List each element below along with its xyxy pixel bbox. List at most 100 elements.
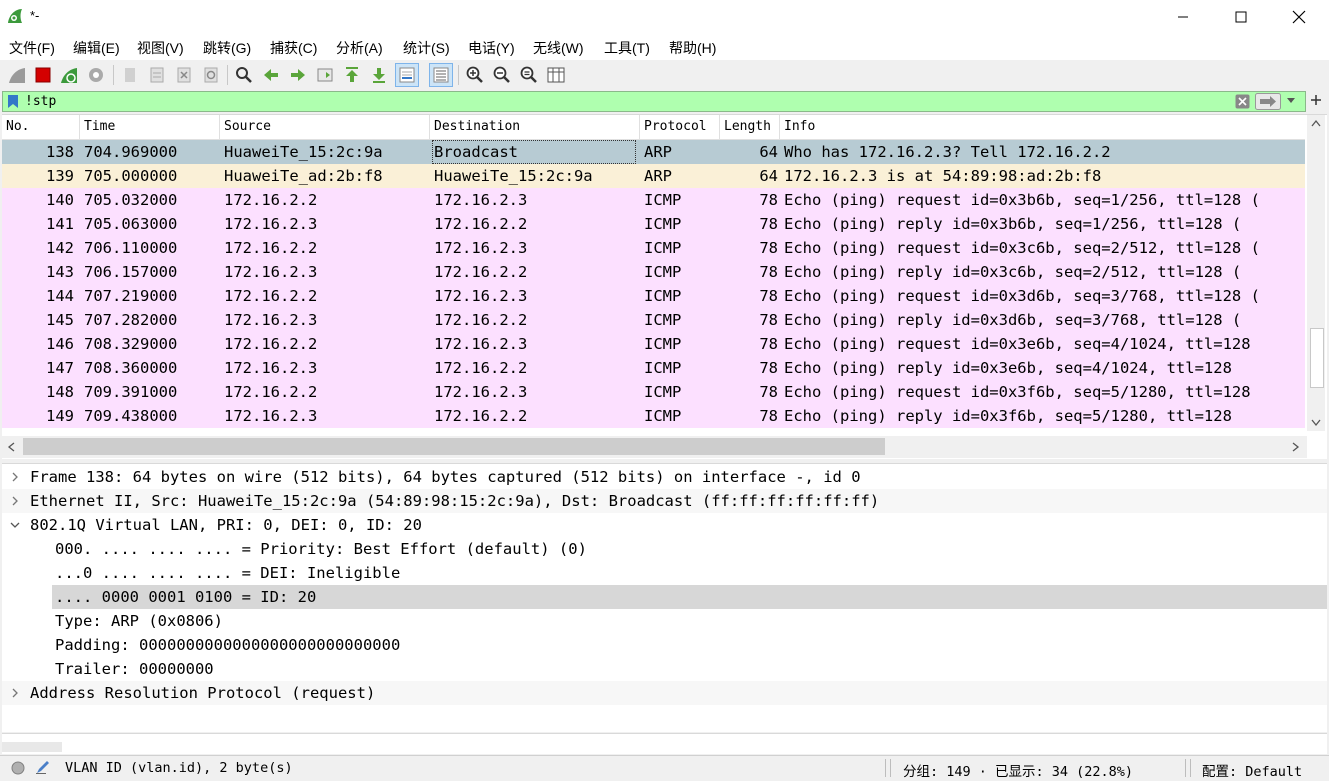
detail-field[interactable]: Padding: 0000000000000000000000000000 (2, 633, 1327, 657)
resize-columns-button[interactable] (544, 63, 568, 87)
packet-row[interactable]: 149 709.438000 172.16.2.2 172.16.2.3 ICMP 78 E… (2, 404, 1305, 428)
detail-field[interactable]: Type: ARP (0x0806) (2, 609, 1327, 633)
packet-source: 172.16.2.2 (224, 239, 318, 257)
first-packet-button[interactable] (340, 63, 364, 87)
chevron-right-icon[interactable] (10, 467, 20, 491)
menu-help[interactable]: 帮助(H) (669, 38, 716, 58)
capture-comment-icon[interactable] (35, 759, 51, 775)
menu-analyze[interactable]: 分析(A) (336, 38, 383, 58)
open-file-button[interactable] (118, 63, 142, 87)
chevron-right-icon[interactable] (10, 491, 20, 515)
menu-edit[interactable]: 编辑(E) (73, 38, 120, 58)
close-file-button[interactable] (172, 63, 196, 87)
stop-capture-button[interactable] (31, 63, 55, 87)
packet-time: 707.219000 (84, 287, 178, 305)
scroll-right-icon[interactable] (1292, 442, 1300, 452)
column-header-protocol[interactable]: Protocol (640, 115, 720, 139)
packet-source: 172.16.2.2 (224, 335, 318, 353)
packet-info: Who has 172.16.2.3? Tell 172.16.2.2 (784, 143, 1111, 161)
menu-wireless[interactable]: 无线(W) (533, 38, 584, 58)
packet-row[interactable]: 148 709.391000 172.16.2.3 172.16.2.2 ICMP 78 E… (2, 380, 1305, 404)
detail-field[interactable]: 000. .... .... .... = Priority: Best Eff… (2, 537, 1327, 561)
packet-row[interactable]: 138 704.969000 Broadcast HuaweiTe_15:2c:9a A… (2, 140, 1305, 164)
window-title: *- (30, 8, 40, 23)
normal-size-button[interactable] (517, 63, 541, 87)
detail-field[interactable]: .... 0000 0001 0100 = ID: 20 (52, 585, 1327, 609)
packet-row[interactable]: 141 705.063000 172.16.2.2 172.16.2.3 ICMP 78 E… (2, 212, 1305, 236)
column-header-destination[interactable]: Destination (430, 115, 640, 139)
auto-scroll-button[interactable] (395, 63, 419, 87)
packet-list-horizontal-scrollbar[interactable] (2, 436, 1307, 458)
go-back-button[interactable] (259, 63, 283, 87)
add-filter-button-icon[interactable] (1310, 94, 1322, 106)
packet-row[interactable]: 146 708.329000 172.16.2.3 172.16.2.2 ICMP 78 E… (2, 332, 1305, 356)
menu-capture[interactable]: 捕获(C) (270, 38, 317, 58)
colorize-button[interactable] (429, 63, 453, 87)
packet-info: Echo (ping) reply id=0x3f6b, seq=5/1280,… (784, 407, 1232, 425)
save-file-button[interactable] (145, 63, 169, 87)
expert-info-icon[interactable] (11, 761, 25, 775)
auto-scroll-icon (399, 67, 415, 83)
menu-statistics[interactable]: 统计(S) (403, 38, 450, 58)
scroll-down-icon[interactable] (1311, 419, 1321, 427)
goto-packet-icon (317, 68, 333, 82)
column-header-length[interactable]: Length (720, 115, 780, 139)
packet-row[interactable]: 142 706.110000 172.16.2.3 172.16.2.2 ICMP 78 E… (2, 236, 1305, 260)
column-header-no[interactable]: No. (2, 115, 80, 139)
bookmark-icon[interactable] (7, 94, 19, 109)
go-to-packet-button[interactable] (313, 63, 337, 87)
menu-telephony[interactable]: 电话(Y) (468, 38, 515, 58)
zoom-in-button[interactable] (463, 63, 487, 87)
scroll-left-icon[interactable] (7, 442, 15, 452)
clear-filter-icon[interactable] (1235, 94, 1250, 109)
packet-row[interactable]: 147 708.360000 172.16.2.2 172.16.2.3 ICMP 78 E… (2, 356, 1305, 380)
minimize-button[interactable] (1154, 0, 1212, 34)
status-packet-counts: 分组: 149 · 已显示: 34 (22.8%) (903, 764, 1134, 780)
detail-protocol-node[interactable]: 802.1Q Virtual LAN, PRI: 0, DEI: 0, ID: … (2, 513, 1327, 537)
detail-protocol-node[interactable]: Frame 138: 64 bytes on wire (512 bits), … (2, 465, 1327, 489)
menu-tools[interactable]: 工具(T) (604, 38, 650, 58)
packet-no: 142 (46, 239, 74, 257)
column-header-time[interactable]: Time (80, 115, 220, 139)
maximize-button[interactable] (1212, 0, 1270, 34)
go-forward-button[interactable] (286, 63, 310, 87)
close-button[interactable] (1270, 0, 1328, 34)
capture-options-button[interactable] (84, 63, 108, 87)
packet-row[interactable]: 145 707.282000 172.16.2.2 172.16.2.3 ICMP 78 E… (2, 308, 1305, 332)
packet-row[interactable]: 139 705.000000 HuaweiTe_15:2c:9a HuaweiTe_a… (2, 164, 1305, 188)
packet-length: 78 (759, 263, 778, 281)
detail-field[interactable]: Trailer: 00000000 (2, 657, 1327, 681)
column-header-source[interactable]: Source (220, 115, 430, 139)
packet-row[interactable]: 144 707.219000 172.16.2.3 172.16.2.2 ICMP 78 E… (2, 284, 1305, 308)
zoom-out-button[interactable] (490, 63, 514, 87)
scroll-up-icon[interactable] (1311, 119, 1321, 127)
chevron-right-icon[interactable] (10, 683, 20, 707)
packet-no: 145 (46, 311, 74, 329)
horizontal-scroll-thumb[interactable] (23, 438, 885, 455)
last-packet-button[interactable] (367, 63, 391, 87)
vertical-scroll-thumb[interactable] (1310, 328, 1324, 388)
column-header-info[interactable]: Info (780, 115, 1305, 139)
filter-dropdown-icon[interactable] (1286, 97, 1296, 105)
menu-file[interactable]: 文件(F) (9, 38, 55, 58)
display-filter-input[interactable] (23, 92, 1237, 111)
menu-go[interactable]: 跳转(G) (203, 38, 251, 58)
packet-row[interactable]: 143 706.157000 172.16.2.2 172.16.2.3 ICMP 78 E… (2, 260, 1305, 284)
reload-file-button[interactable] (199, 63, 223, 87)
packet-destination: 172.16.2.3 (434, 239, 528, 257)
find-packet-button[interactable] (232, 63, 256, 87)
apply-filter-icon[interactable] (1255, 93, 1281, 110)
menu-view[interactable]: 视图(V) (137, 38, 184, 58)
restart-capture-button[interactable] (57, 63, 81, 87)
packet-details-tree: Frame 138: 64 bytes on wire (512 bits), … (2, 463, 1327, 732)
detail-field[interactable]: ...0 .... .... .... = DEI: Ineligible (2, 561, 1327, 585)
chevron-down-icon[interactable] (10, 515, 20, 539)
status-profile[interactable]: 配置: Default (1202, 760, 1302, 780)
detail-protocol-node[interactable]: Address Resolution Protocol (request) (2, 681, 1327, 705)
packet-list-vertical-scrollbar[interactable] (1307, 115, 1325, 431)
packet-row[interactable]: 140 705.032000 172.16.2.3 172.16.2.2 ICMP 78 E… (2, 188, 1305, 212)
detail-protocol-node[interactable]: Ethernet II, Src: HuaweiTe_15:2c:9a (54:… (2, 489, 1327, 513)
colorize-list-icon (433, 67, 449, 83)
start-capture-button[interactable] (5, 63, 29, 87)
bytes-scroll-stub (2, 742, 62, 752)
